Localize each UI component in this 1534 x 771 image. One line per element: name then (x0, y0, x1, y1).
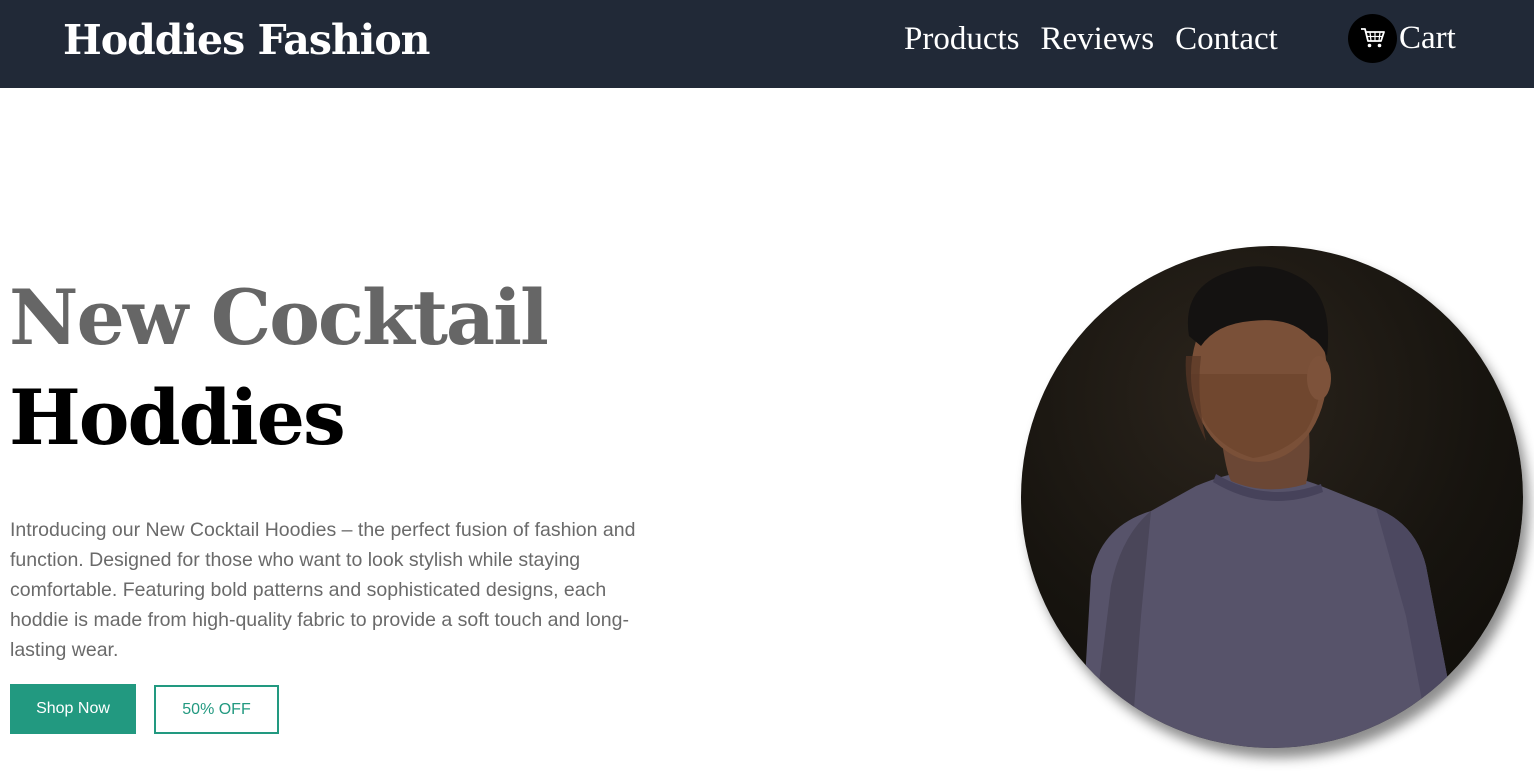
cart-icon[interactable] (1348, 13, 1397, 63)
model-photo (1021, 246, 1523, 748)
nav-link-products[interactable]: Products (904, 18, 1020, 60)
discount-button[interactable]: 50% OFF (154, 685, 279, 734)
nav-link-contact[interactable]: Contact (1175, 18, 1278, 60)
shop-now-button[interactable]: Shop Now (10, 684, 136, 734)
hero-description: Introducing our New Cocktail Hoodies – t… (10, 519, 636, 661)
cart-label[interactable]: Cart (1399, 17, 1456, 59)
hero-title-line1: New Cocktail (9, 273, 549, 362)
nav-link-reviews[interactable]: Reviews (1041, 18, 1155, 60)
cart-button[interactable]: Cart (1348, 13, 1456, 63)
brand-logo[interactable]: Hoddies Fashion (63, 12, 430, 68)
top-navbar: Hoddies Fashion Products Reviews Contact… (0, 0, 1534, 88)
main-nav: Products Reviews Contact (904, 18, 1278, 60)
hero-title-line2: Hoddies (9, 373, 346, 462)
